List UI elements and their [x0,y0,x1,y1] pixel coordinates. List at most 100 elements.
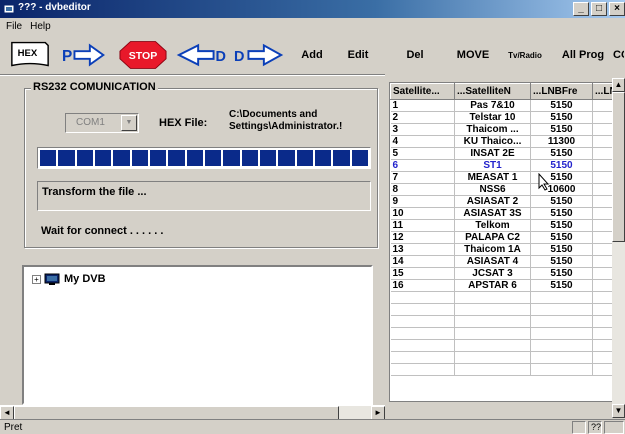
menu-bar: File Help [0,18,625,34]
com-port-select[interactable]: COM1 ▼ [65,113,139,133]
title-bar[interactable]: ??? - dvbeditor _ □ × [0,0,625,18]
menu-file[interactable]: File [2,21,26,32]
table-cell: 5 [390,147,455,160]
table-row[interactable]: 1 Pas 7&10 5150 [390,99,623,112]
menu-help[interactable]: Help [26,21,55,32]
arrow-right-icon: P [62,43,105,67]
progress-block [351,150,368,166]
vertical-scroll-thumb[interactable] [612,92,625,242]
table-row[interactable]: 4 KU Thaico... 11300 [390,135,623,148]
table-row[interactable]: 10 ASIASAT 3S 5150 [390,207,623,220]
table-row[interactable]: 9 ASIASAT 2 5150 [390,195,623,208]
dvb-tree-view[interactable]: + My DVB [22,265,373,405]
status-bar-text: Pret [4,422,23,433]
chevron-down-icon[interactable]: ▼ [121,115,137,131]
maximize-button[interactable]: □ [591,2,607,16]
progress-block [259,150,277,166]
table-cell: 5150 [530,99,593,112]
size-grip[interactable] [604,421,624,434]
horizontal-scrollbar[interactable]: ◄ ► [0,405,385,420]
empty-cell [454,339,531,352]
table-row[interactable]: 2 Telstar 10 5150 [390,111,623,124]
column-header-satellite-name[interactable]: ...SatelliteN [454,83,531,100]
move-button[interactable]: MOVE [452,40,494,70]
table-cell: ASIASAT 3S [454,207,531,220]
table-row[interactable]: 8 NSS6 10600 [390,183,623,196]
progress-block [58,150,75,166]
empty-cell [390,291,455,304]
table-row[interactable]: 16 APSTAR 6 5150 [390,279,623,292]
empty-cell [530,339,593,352]
close-button[interactable]: × [609,2,625,16]
grid-header-row: Satellite... ...SatelliteN ...LNBFre ...… [390,83,623,100]
table-row[interactable]: 11 Telkom 5150 [390,219,623,232]
scroll-up-icon[interactable]: ▲ [612,78,625,92]
empty-cell [454,315,531,328]
edit-button[interactable]: Edit [340,40,376,70]
table-cell: JCSAT 3 [454,267,531,280]
table-row[interactable]: 7 MEASAT 1 5150 [390,171,623,184]
table-cell: 13 [390,243,455,256]
com-port-value: COM1 [76,117,105,128]
receive-d-button[interactable]: D [174,40,230,70]
empty-cell [390,303,455,316]
delete-button[interactable]: Del [398,40,432,70]
table-cell: 5150 [530,231,593,244]
hex-path-line-2: Settings\Administrator.! [229,121,343,132]
table-row[interactable]: 12 PALAPA C2 5150 [390,231,623,244]
vertical-scrollbar[interactable]: ▲ ▼ [612,78,625,418]
table-cell: 5150 [530,207,593,220]
table-cell: 16 [390,279,455,292]
table-row[interactable]: 15 JCSAT 3 5150 [390,267,623,280]
minimize-button[interactable]: _ [573,2,589,16]
empty-cell [390,363,455,376]
table-cell: 14 [390,255,455,268]
table-row[interactable]: 6 ST1 5150 [390,159,623,172]
table-row[interactable]: 3 Thaicom ... 5150 [390,123,623,136]
hex-button[interactable]: HEX [8,40,52,70]
scroll-left-icon[interactable]: ◄ [0,406,14,420]
send-to-pc-button[interactable]: P [60,40,112,70]
empty-cell [530,351,593,364]
table-row[interactable]: 13 Thaicom 1A 5150 [390,243,623,256]
progress-block [113,150,130,166]
progress-block [223,150,240,166]
overflow-toolbar-button[interactable]: CC [612,40,625,70]
column-header-satellite[interactable]: Satellite... [390,83,455,100]
empty-cell [390,315,455,328]
scroll-down-icon[interactable]: ▼ [612,404,625,418]
satellite-grid[interactable]: Satellite... ...SatelliteN ...LNBFre ...… [389,82,625,402]
table-cell: INSAT 2E [454,147,531,160]
table-row[interactable]: 14 ASIASAT 4 5150 [390,255,623,268]
tree-expand-icon[interactable]: + [32,275,41,284]
table-cell: 11300 [530,135,593,148]
empty-cell [390,327,455,340]
table-cell: ASIASAT 2 [454,195,531,208]
table-cell: 11 [390,219,455,232]
table-cell: PALAPA C2 [454,231,531,244]
tree-node-my-dvb[interactable]: My DVB [64,273,106,285]
table-row[interactable]: 5 INSAT 2E 5150 [390,147,623,160]
table-cell: 9 [390,195,455,208]
scroll-thumb[interactable] [14,406,339,420]
hex-file-label: HEX File: [159,117,208,129]
all-programs-button[interactable]: All Prog [558,40,608,70]
table-cell: 5150 [530,147,593,160]
status-panel-indicator: ?? [588,421,602,434]
table-cell: 5150 [530,111,593,124]
progress-block [204,150,222,166]
tv-icon [44,273,60,285]
column-header-lnb-freq[interactable]: ...LNBFre [530,83,593,100]
table-cell: 5150 [530,195,593,208]
stop-button[interactable]: STOP [118,40,168,70]
send-d-button[interactable]: D [232,40,288,70]
table-cell: 5150 [530,159,593,172]
table-cell: Telstar 10 [454,111,531,124]
app-icon [3,4,15,14]
scroll-right-icon[interactable]: ► [371,406,385,420]
arrow-left-icon: D [176,43,226,67]
table-cell: 5150 [530,267,593,280]
progress-block [296,150,313,166]
add-button[interactable]: Add [292,40,332,70]
tv-radio-button[interactable]: Tv/Radio [506,40,544,70]
